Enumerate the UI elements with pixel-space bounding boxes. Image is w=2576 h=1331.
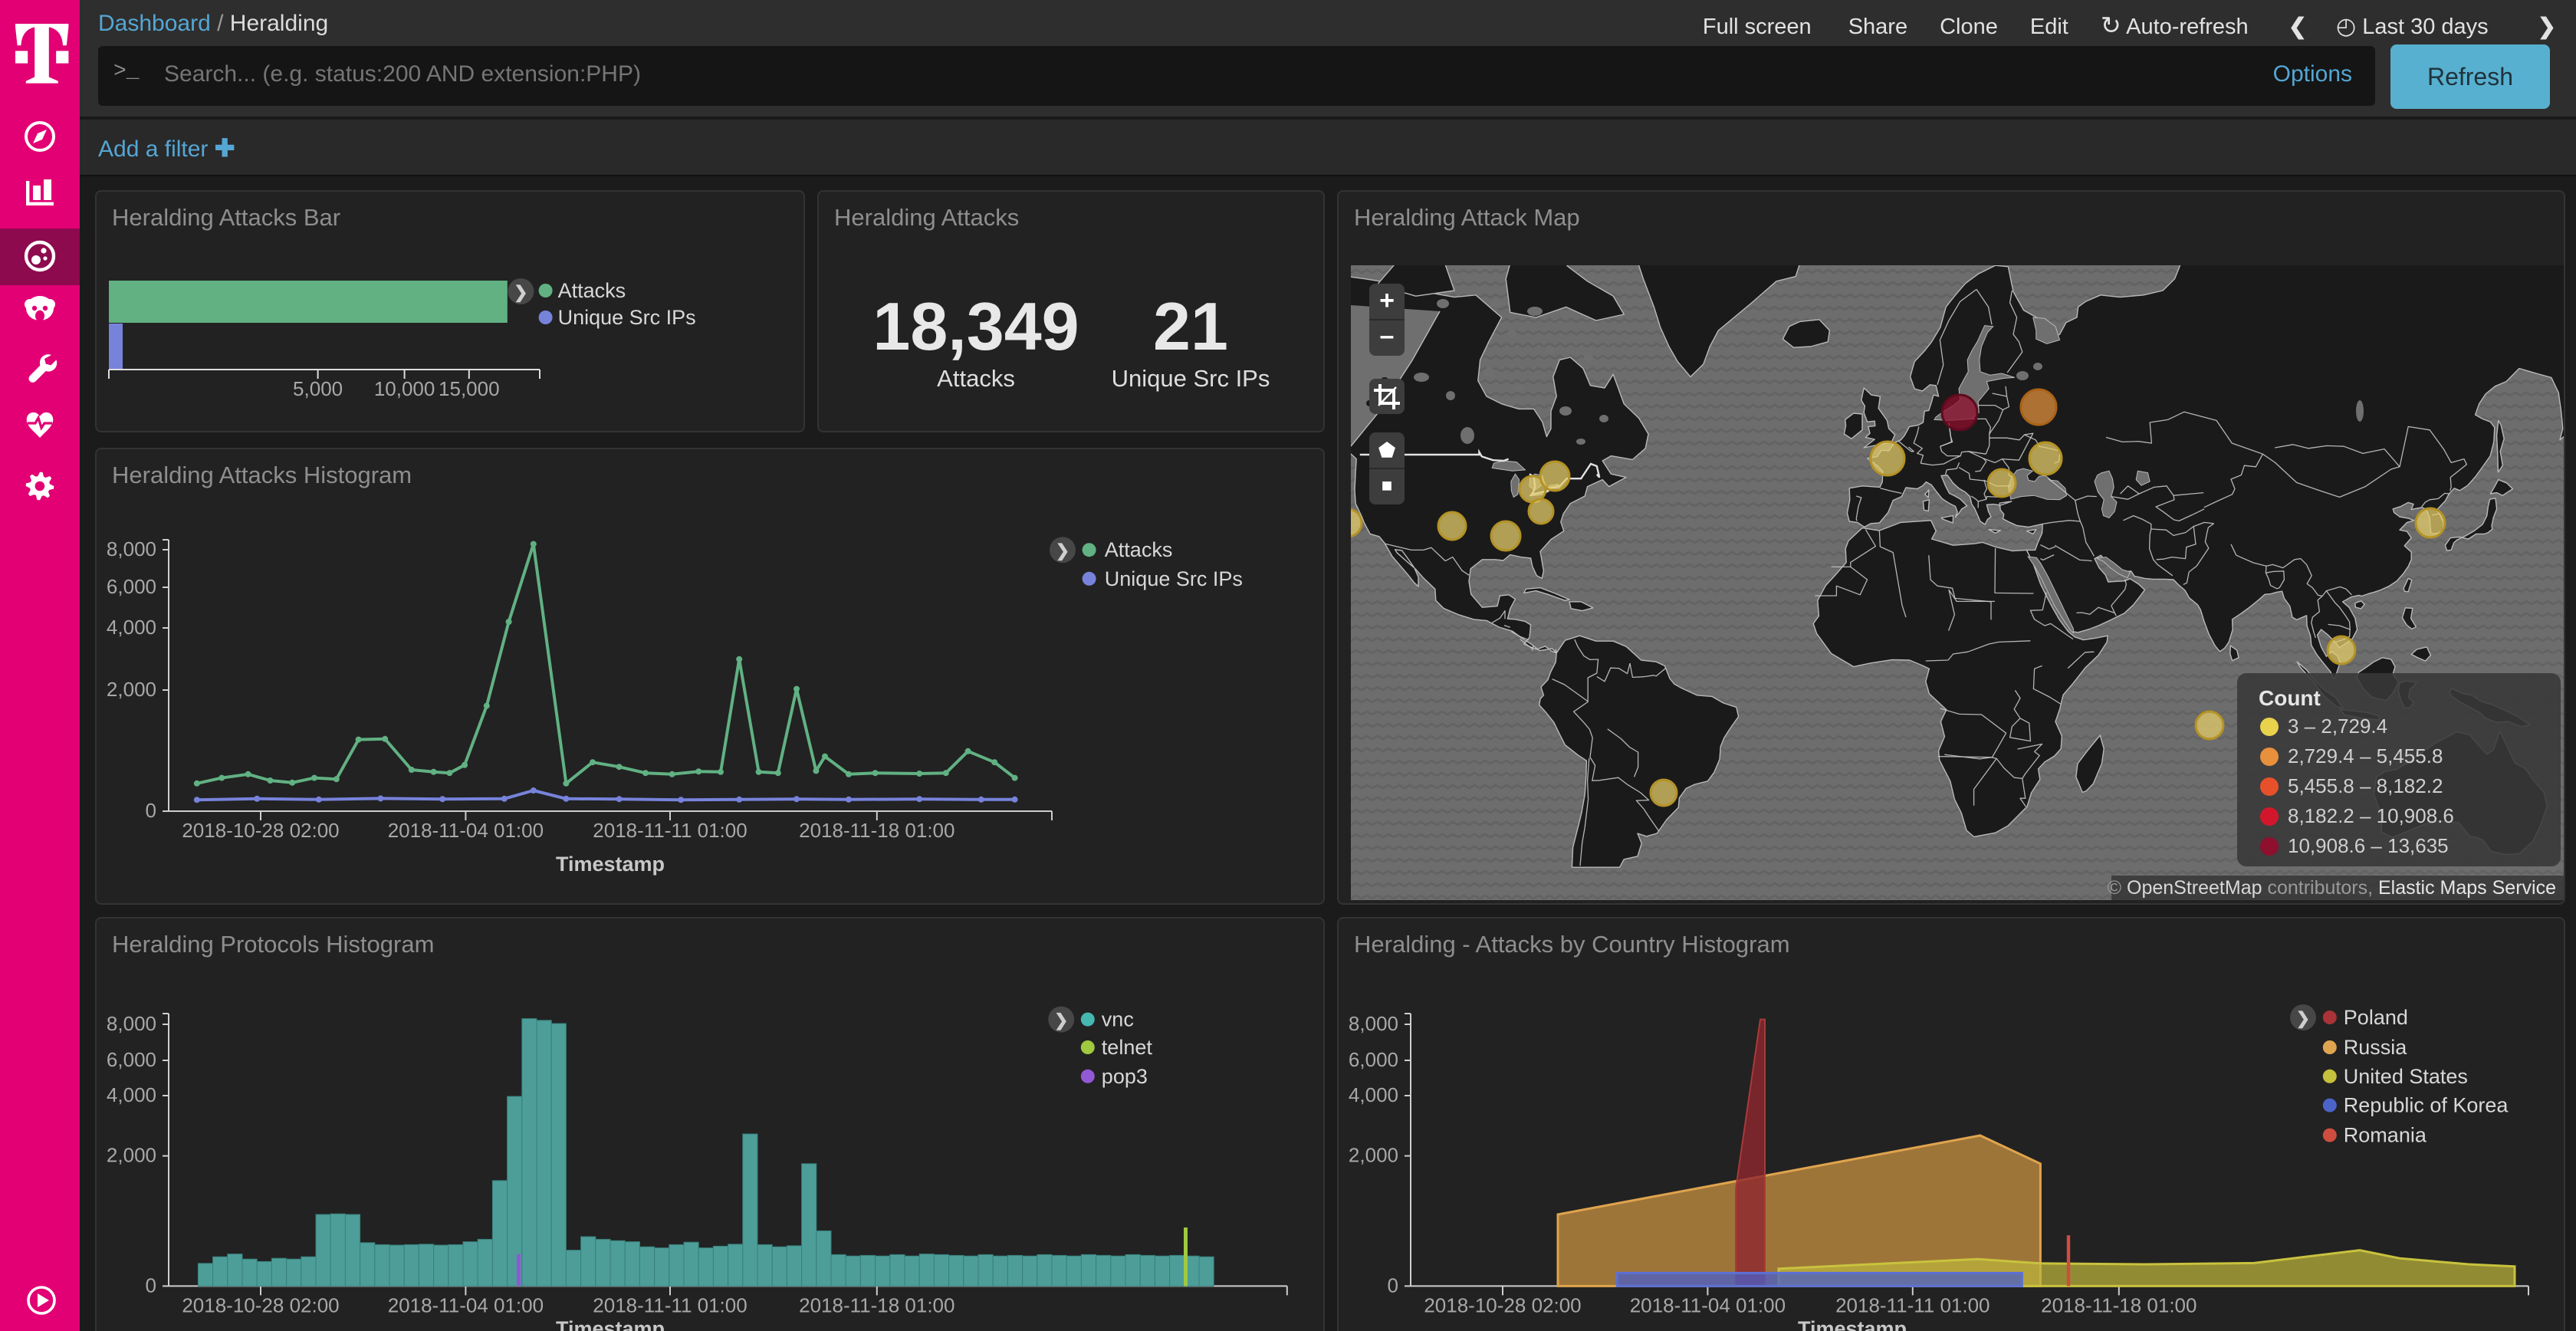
svg-text:10,908.6 – 13,635: 10,908.6 – 13,635 (2288, 834, 2449, 857)
svg-text:Count: Count (2259, 686, 2321, 710)
svg-text:5,455.8 – 8,182.2: 5,455.8 – 8,182.2 (2288, 774, 2443, 797)
svg-text:3 – 2,729.4: 3 – 2,729.4 (2288, 715, 2387, 738)
svg-text:© OpenStreetMap contributors,: © OpenStreetMap contributors, Elastic Ma… (2108, 877, 2556, 899)
svg-text:2,729.4 – 5,455.8: 2,729.4 – 5,455.8 (2288, 744, 2443, 767)
svg-text:8,182.2 – 10,908.6: 8,182.2 – 10,908.6 (2288, 804, 2454, 827)
